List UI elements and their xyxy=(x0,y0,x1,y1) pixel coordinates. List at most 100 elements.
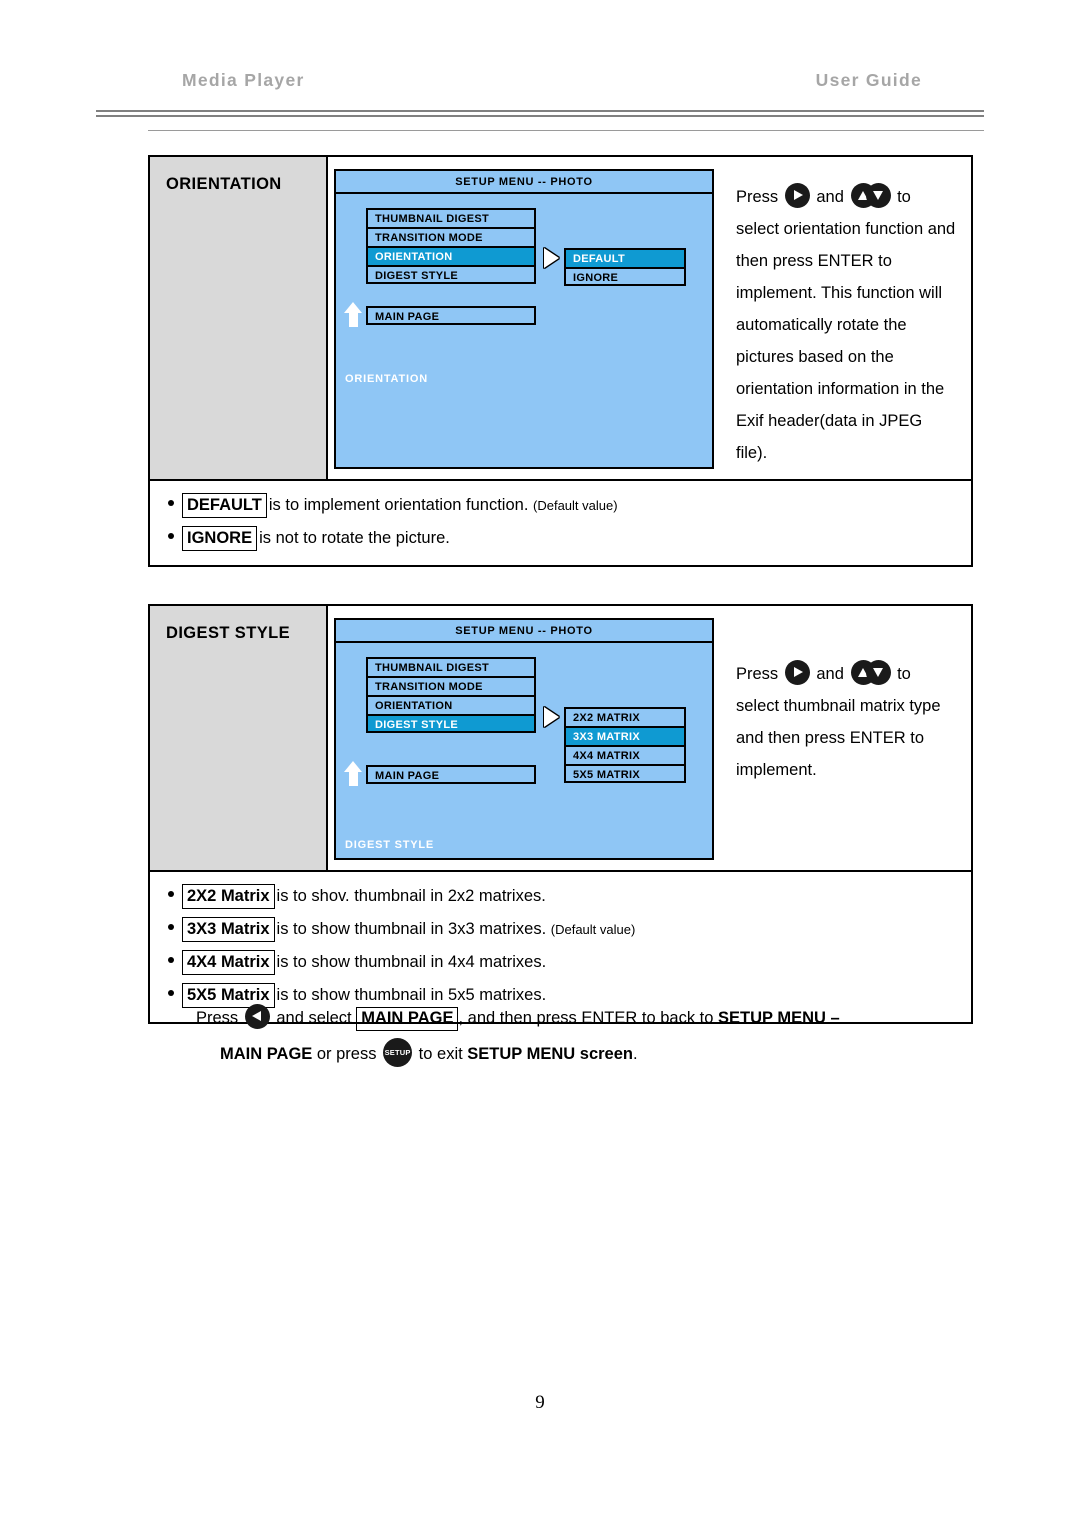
triangle-right-icon xyxy=(543,707,559,727)
osd-canvas-digest-style: THUMBNAIL DIGEST TRANSITION MODE ORIENTA… xyxy=(336,643,712,858)
bullet-dot-icon xyxy=(168,500,174,506)
osd-mainpage-row-orientation: MAIN PAGE xyxy=(336,302,712,328)
left-arrow-key-icon xyxy=(244,1004,270,1029)
osd-submenu-item-3x3-matrix[interactable]: 3X3 MATRIX xyxy=(564,726,686,745)
down-arrow-key-icon xyxy=(865,660,891,685)
bullet-text-4x4: is to show thumbnail in 4x4 matrixes. xyxy=(276,953,547,971)
section-digest-style-content: SETUP MENU -- PHOTO THUMBNAIL DIGEST TRA… xyxy=(328,606,971,870)
bullet-dot-icon xyxy=(168,924,174,930)
closing-line2-main-page: MAIN PAGE xyxy=(220,1045,313,1063)
osd-submenu-list-digest-style: 2X2 MATRIX 3X3 MATRIX 4X4 MATRIX 5X5 MAT… xyxy=(564,707,686,783)
osd-title-orientation: SETUP MENU -- PHOTO xyxy=(455,175,593,188)
osd-pointer-arrow-digest-style xyxy=(540,707,562,727)
osd-menu-area-orientation: THUMBNAIL DIGEST TRANSITION MODE ORIENTA… xyxy=(336,208,712,286)
closing-boxed-main-page: MAIN PAGE xyxy=(356,1007,459,1031)
press-word-1: Press xyxy=(736,188,779,206)
osd-menu-item-thumbnail-digest[interactable]: THUMBNAIL DIGEST xyxy=(366,657,536,676)
osd-menu-item-transition-mode[interactable]: TRANSITION MODE xyxy=(366,227,536,246)
closing-line2-or-press: or press xyxy=(316,1045,377,1063)
bullet-dot-icon xyxy=(168,533,174,539)
section-orientation-content: SETUP MENU -- PHOTO THUMBNAIL DIGEST TRA… xyxy=(328,157,971,479)
and-word-2: and xyxy=(816,665,844,683)
section-digest-style-description: Press and to select thumbnail matrix typ… xyxy=(714,618,971,860)
osd-menu-item-thumbnail-digest[interactable]: THUMBNAIL DIGEST xyxy=(366,208,536,227)
osd-submenu-list-orientation: DEFAULT IGNORE xyxy=(564,248,686,286)
osd-pointer-arrow-orientation xyxy=(540,248,562,268)
header-divider-top xyxy=(96,110,984,112)
osd-title-digest-style: SETUP MENU -- PHOTO xyxy=(455,624,593,637)
bullet-note-3x3: (Default value) xyxy=(550,922,636,937)
bullet-dot-icon xyxy=(168,990,174,996)
osd-submenu-item-2x2-matrix[interactable]: 2X2 MATRIX xyxy=(564,707,686,726)
closing-and-select: and select xyxy=(276,1009,352,1027)
osd-titlebar-digest-style: SETUP MENU -- PHOTO xyxy=(336,620,712,643)
bullet-item-2x2: 2X2 Matrix is to shov. thumbnail in 2x2 m… xyxy=(168,880,971,913)
bullet-dot-icon xyxy=(168,891,174,897)
section-orientation-title: ORIENTATION xyxy=(166,175,282,193)
bullet-item-default: DEFAULT is to implement orientation funct… xyxy=(168,489,971,522)
and-word-1: and xyxy=(816,188,844,206)
osd-menu-item-main-page[interactable]: MAIN PAGE xyxy=(366,305,536,325)
closing-line-2: MAIN PAGE or press SETUP to exit SETUP M… xyxy=(196,1036,956,1072)
document-body: ORIENTATION SETUP MENU -- PHOTO THUMBNAI… xyxy=(148,155,973,1024)
section-orientation-bullets: DEFAULT is to implement orientation funct… xyxy=(150,479,971,565)
bullet-text-ignore: is not to rotate the picture. xyxy=(259,529,450,547)
bullet-boxed-label-4x4: 4X4 Matrix xyxy=(182,950,275,975)
osd-menu-item-digest-style[interactable]: DIGEST STYLE xyxy=(366,714,536,733)
section-orientation-row: ORIENTATION SETUP MENU -- PHOTO THUMBNAI… xyxy=(150,157,971,479)
closing-line2-screen: screen xyxy=(579,1045,633,1063)
bullet-item-3x3: 3X3 Matrix is to show thumbnail in 3x3 ma… xyxy=(168,913,971,946)
closing-line2-period: . xyxy=(633,1045,638,1063)
osd-menu-item-transition-mode[interactable]: TRANSITION MODE xyxy=(366,676,536,695)
osd-menu-item-orientation[interactable]: ORIENTATION xyxy=(366,246,536,265)
arrow-up-icon xyxy=(344,761,366,787)
section-orientation-label-cell: ORIENTATION xyxy=(150,157,328,479)
osd-menu-list-digest-style: THUMBNAIL DIGEST TRANSITION MODE ORIENTA… xyxy=(366,657,536,733)
setup-button-icon-label: SETUP xyxy=(384,1047,411,1057)
osd-submenu-item-5x5-matrix[interactable]: 5X5 MATRIX xyxy=(564,764,686,783)
to-word-2: to xyxy=(897,665,911,683)
osd-menu-item-main-page[interactable]: MAIN PAGE xyxy=(366,764,536,784)
bullet-item-4x4: 4X4 Matrix is to show thumbnail in 4x4 ma… xyxy=(168,946,971,979)
header-left-title: Media Player xyxy=(182,70,305,90)
osd-titlebar-orientation: SETUP MENU -- PHOTO xyxy=(336,171,712,194)
osd-submenu-item-4x4-matrix[interactable]: 4X4 MATRIX xyxy=(564,745,686,764)
setup-button-icon: SETUP xyxy=(383,1038,413,1067)
down-arrow-key-icon xyxy=(865,183,891,208)
closing-line2-setup-menu: SETUP MENU xyxy=(467,1045,576,1063)
osd-footer-label-orientation: ORIENTATION xyxy=(345,373,428,385)
header-right-title: User Guide xyxy=(815,70,922,90)
osd-screen-orientation: SETUP MENU -- PHOTO THUMBNAIL DIGEST TRA… xyxy=(334,169,714,469)
bullet-boxed-label-default: DEFAULT xyxy=(182,493,267,518)
right-arrow-key-icon xyxy=(784,183,810,208)
page-header: Media Player User Guide xyxy=(96,70,984,131)
closing-line-1: Press and select MAIN PAGE, and then pre… xyxy=(196,1000,956,1036)
osd-submenu-item-default[interactable]: DEFAULT xyxy=(564,248,686,267)
closing-bold-setup-menu: SETUP MENU – xyxy=(718,1009,840,1027)
osd-screen-digest-style: SETUP MENU -- PHOTO THUMBNAIL DIGEST TRA… xyxy=(334,618,714,860)
bullet-text-2x2: is to shov. thumbnail in 2x2 matrixes. xyxy=(276,887,546,905)
section-orientation: ORIENTATION SETUP MENU -- PHOTO THUMBNAI… xyxy=(148,155,973,567)
osd-menu-list-orientation: THUMBNAIL DIGEST TRANSITION MODE ORIENTA… xyxy=(366,208,536,284)
closing-instructions: Press and select MAIN PAGE, and then pre… xyxy=(196,1000,956,1072)
closing-then-press: , and then press ENTER to back to xyxy=(458,1009,714,1027)
bullet-item-ignore: IGNORE is not to rotate the picture. xyxy=(168,522,971,555)
osd-submenu-item-ignore[interactable]: IGNORE xyxy=(564,267,686,286)
section-digest-style: DIGEST STYLE SETUP MENU -- PHOTO THUMBNA… xyxy=(148,604,973,1024)
to-word-1: to xyxy=(897,188,911,206)
section-orientation-description: Press and to select orientation function… xyxy=(714,169,971,469)
bullet-dot-icon xyxy=(168,957,174,963)
osd-footer-label-digest-style: DIGEST STYLE xyxy=(345,839,435,851)
osd-menu-item-orientation[interactable]: ORIENTATION xyxy=(366,695,536,714)
bullet-text-default: is to implement orientation function. xyxy=(268,496,529,514)
osd-menu-item-digest-style[interactable]: DIGEST STYLE xyxy=(366,265,536,284)
section-digest-style-row: DIGEST STYLE SETUP MENU -- PHOTO THUMBNA… xyxy=(150,606,971,870)
closing-line2-to-exit: to exit xyxy=(418,1045,463,1063)
header-thin-rule xyxy=(148,130,984,131)
section-digest-style-label-cell: DIGEST STYLE xyxy=(150,606,328,870)
closing-press-word: Press xyxy=(196,1009,239,1027)
section-orientation-description-body: select orientation function and then pre… xyxy=(736,220,956,462)
header-divider-bottom xyxy=(96,115,984,117)
bullet-boxed-label-3x3: 3X3 Matrix xyxy=(182,917,275,942)
bullet-note-default: (Default value) xyxy=(533,498,618,513)
